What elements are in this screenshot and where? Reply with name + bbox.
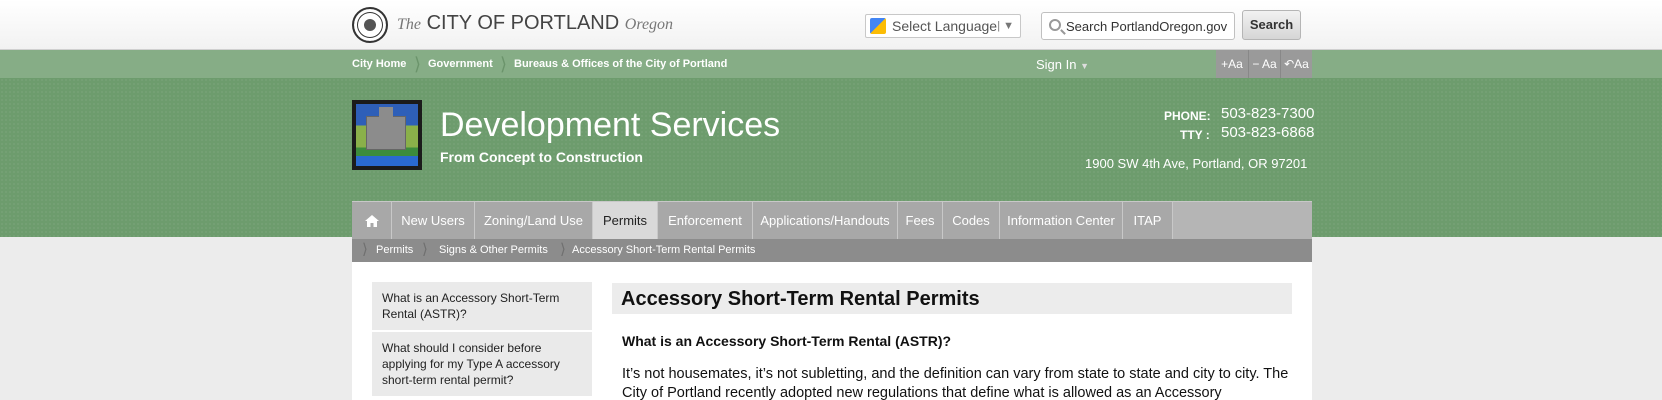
search-button[interactable]: Search xyxy=(1242,10,1301,40)
font-reset-button[interactable]: ↶Aa xyxy=(1280,50,1312,78)
address: 1900 SW 4th Ave, Portland, OR 97201 xyxy=(1085,155,1307,173)
font-size-controls: +Aa − Aa ↶Aa xyxy=(1216,50,1312,78)
tty-label: TTY : xyxy=(1180,128,1210,142)
nav-enforcement[interactable]: Enforcement xyxy=(658,202,753,240)
subcrumb-permits[interactable]: Permits xyxy=(376,244,413,256)
nav-home[interactable] xyxy=(352,202,392,240)
search-icon xyxy=(1049,19,1061,31)
search-box xyxy=(1041,12,1235,40)
site-title[interactable]: Development Services xyxy=(440,106,780,145)
nav-new-users[interactable]: New Users xyxy=(392,202,475,240)
language-select[interactable]: Select Language | ▼ xyxy=(865,14,1021,38)
global-breadcrumb: City Home ⟩ Government ⟩ Bureaus & Offic… xyxy=(0,50,1662,78)
search-input[interactable] xyxy=(1066,17,1232,35)
language-label: Select Language xyxy=(892,18,998,34)
subcrumb-signs[interactable]: Signs & Other Permits xyxy=(439,244,548,256)
phone-row: PHONE: xyxy=(1164,107,1211,125)
page-title-box: Accessory Short-Term Rental Permits xyxy=(612,283,1292,314)
tty-value: 503-823-6868 xyxy=(1221,124,1315,141)
crumb-separator-icon: ⟩ xyxy=(422,241,428,258)
nav-permits[interactable]: Permits xyxy=(593,202,658,240)
crumb-bureaus[interactable]: Bureaus & Offices of the City of Portlan… xyxy=(514,58,727,70)
sign-in-label: Sign In xyxy=(1036,57,1077,72)
tty-row: TTY : xyxy=(1180,126,1210,144)
brand-state: Oregon xyxy=(624,16,674,33)
nav-codes[interactable]: Codes xyxy=(943,202,1000,240)
content-area: What is an Accessory Short-Term Rental (… xyxy=(352,262,1312,400)
body-paragraph: It’s not housemates, it’s not subletting… xyxy=(622,366,1289,400)
subcrumb-current: Accessory Short-Term Rental Permits xyxy=(572,244,756,256)
address-text: 1900 SW 4th Ave, Portland, OR 97201 xyxy=(1085,156,1308,171)
phone-number: 503-823-7300 xyxy=(1221,105,1314,123)
tty-number: 503-823-6868 xyxy=(1221,124,1314,142)
side-link-consider[interactable]: What should I consider before applying f… xyxy=(372,332,592,398)
nav-fees[interactable]: Fees xyxy=(898,202,943,240)
city-brand[interactable]: The CITY OF PORTLAND Oregon xyxy=(397,12,673,35)
main-nav: New Users Zoning/Land Use Permits Enforc… xyxy=(352,201,1312,240)
section-breadcrumb: ⟩ Permits ⟩ Signs & Other Permits ⟩ Acce… xyxy=(352,239,1312,262)
google-translate-icon xyxy=(870,18,886,34)
font-increase-button[interactable]: +Aa xyxy=(1216,50,1248,78)
side-link-what-is-astr[interactable]: What is an Accessory Short-Term Rental (… xyxy=(372,282,592,332)
nav-information-center[interactable]: Information Center xyxy=(1000,202,1123,240)
brand-city: CITY OF PORTLAND xyxy=(426,12,620,34)
city-seal-icon[interactable] xyxy=(352,7,388,43)
crumb-city-home[interactable]: City Home xyxy=(352,58,406,70)
section-heading: What is an Accessory Short-Term Rental (… xyxy=(622,333,952,349)
nav-zoning[interactable]: Zoning/Land Use xyxy=(475,202,593,240)
font-decrease-button[interactable]: − Aa xyxy=(1248,50,1280,78)
dropdown-arrow-icon: | ▼ xyxy=(997,20,1014,32)
page-title: Accessory Short-Term Rental Permits xyxy=(621,288,980,310)
side-nav: What is an Accessory Short-Term Rental (… xyxy=(372,282,592,398)
crumb-separator-icon: ⟩ xyxy=(414,54,422,74)
nav-itap[interactable]: ITAP xyxy=(1123,202,1173,240)
crumb-separator-icon: ⟩ xyxy=(362,241,368,258)
phone-label: PHONE: xyxy=(1164,109,1211,123)
nav-applications[interactable]: Applications/Handouts xyxy=(753,202,898,240)
crumb-separator-icon: ⟩ xyxy=(560,241,566,258)
site-subtitle: From Concept to Construction xyxy=(440,149,643,165)
sign-in-link[interactable]: Sign In ▼ xyxy=(1036,57,1089,72)
home-icon xyxy=(365,215,379,227)
phone-value: 503-823-7300 xyxy=(1221,105,1315,122)
top-bar: The CITY OF PORTLAND Oregon Select Langu… xyxy=(0,0,1662,50)
brand-the: The xyxy=(397,16,421,33)
crumb-separator-icon: ⟩ xyxy=(500,54,508,74)
bds-logo[interactable] xyxy=(352,100,422,170)
crumb-government[interactable]: Government xyxy=(428,58,493,70)
